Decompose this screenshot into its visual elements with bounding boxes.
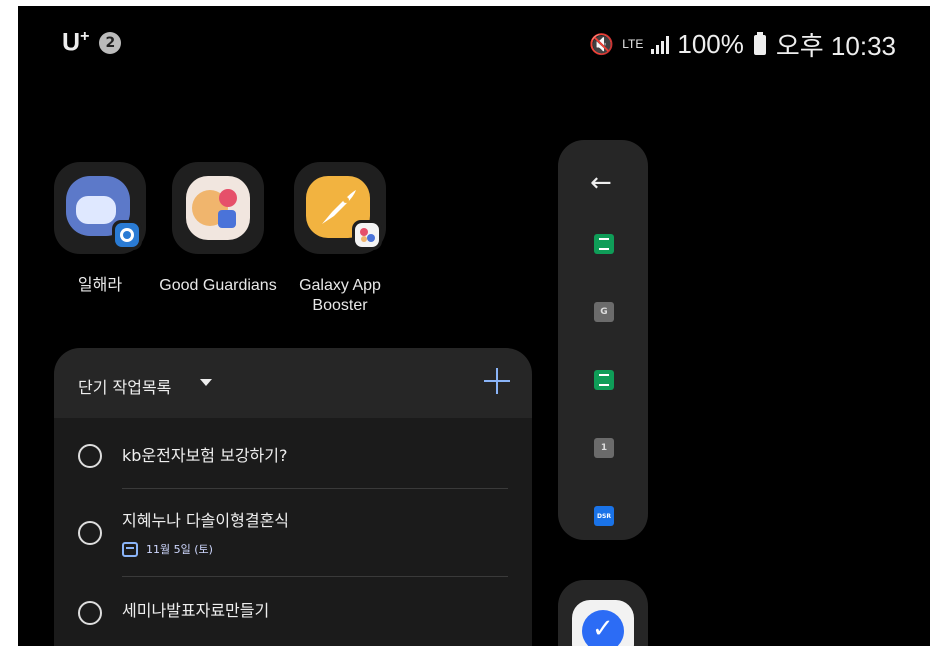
check-app-icon[interactable] — [572, 600, 634, 646]
ilhaera-app-icon — [54, 162, 146, 254]
battery-percent: 100% — [677, 29, 744, 59]
phone-screen: U+ 2 🔇 LTE 100% 오후 10:33 일해라 Good Guardi… — [18, 6, 930, 646]
due-date-text: 11월 5일 (토) — [146, 543, 213, 556]
task-text: kb운전자보험 보강하기? — [122, 446, 288, 465]
task-checkbox[interactable] — [78, 521, 102, 545]
carrier-label: U+ — [62, 28, 90, 57]
add-task-icon[interactable] — [482, 366, 512, 396]
battery-icon — [753, 31, 766, 55]
edge-panel: ← G 1 DSR — [558, 140, 648, 540]
app-label: Galaxy App Booster — [299, 277, 381, 314]
app-label: 일해라 — [77, 277, 123, 294]
task-list-widget: 단기 작업목록 kb운전자보험 보강하기? 지혜누나 다솔이형결혼식 11월 5… — [54, 348, 532, 646]
dsr-icon[interactable]: DSR — [594, 506, 614, 526]
number-icon[interactable]: 1 — [594, 438, 614, 458]
galaxy-app-booster-app-icon — [294, 162, 386, 254]
signal-icon — [651, 35, 670, 54]
due-date: 11월 5일 (토) — [122, 541, 213, 557]
divider — [122, 488, 508, 489]
widget-header: 단기 작업목록 — [54, 348, 532, 418]
task-text: 지혜누나 다솔이형결혼식 — [122, 511, 290, 530]
task-checkbox[interactable] — [78, 601, 102, 625]
lte-icon: LTE — [622, 37, 644, 51]
notification-count-badge: 2 — [99, 31, 122, 54]
status-bar-left: U+ 2 — [62, 28, 122, 57]
mute-icon: 🔇 — [589, 34, 615, 56]
list-selector[interactable]: 단기 작업목록 — [78, 374, 171, 398]
task-checkbox[interactable] — [78, 444, 102, 468]
task-list: kb운전자보험 보강하기? 지혜누나 다솔이형결혼식 11월 5일 (토) 세미… — [54, 418, 532, 646]
dropdown-arrow-icon[interactable] — [200, 379, 212, 386]
divider — [122, 576, 508, 577]
task-text: 세미나발표자료만들기 — [122, 601, 270, 620]
app-label: Good Guardians — [159, 277, 277, 294]
app-galaxy-app-booster[interactable]: Galaxy App Booster — [280, 162, 400, 316]
calendar-icon — [122, 541, 138, 557]
sheets-icon[interactable] — [594, 234, 614, 254]
good-guardians-app-icon — [172, 162, 264, 254]
status-bar-right: 🔇 LTE 100% 오후 10:33 — [589, 26, 896, 63]
sheets-icon[interactable] — [594, 370, 614, 390]
app-ilhaera[interactable]: 일해라 — [40, 162, 160, 296]
edge-panel-bottom — [558, 580, 648, 646]
back-arrow-icon[interactable]: ← — [590, 168, 612, 198]
clock: 오후 10:33 — [775, 31, 896, 61]
g-icon[interactable]: G — [594, 302, 614, 322]
app-good-guardians[interactable]: Good Guardians — [158, 162, 278, 296]
